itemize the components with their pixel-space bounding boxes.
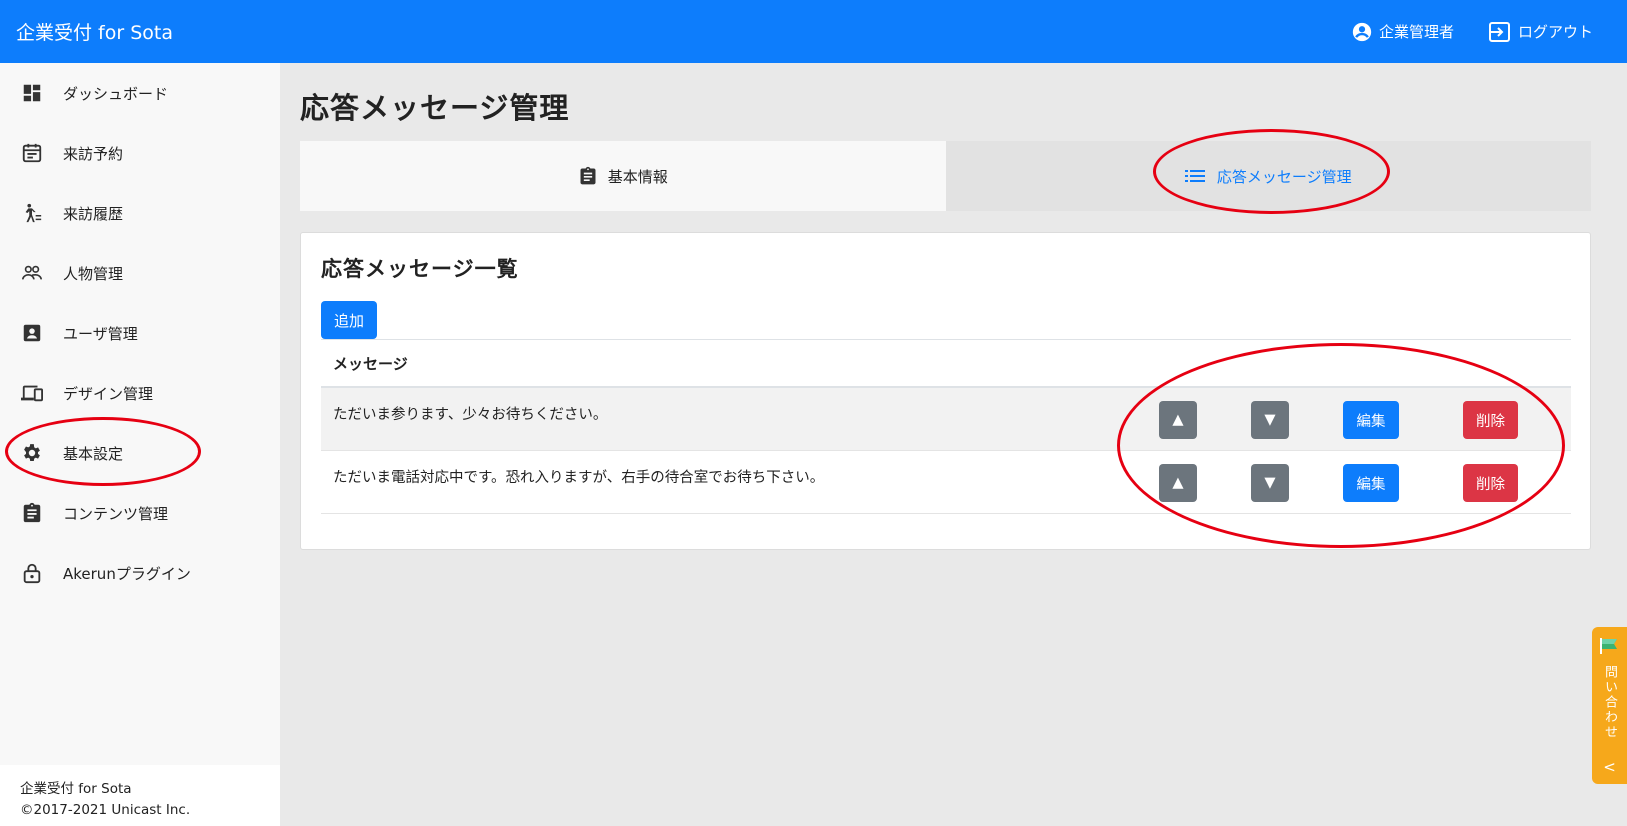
lock-icon [23,563,41,584]
flag-icon [1599,638,1617,654]
tab-label: 応答メッセージ管理 [1216,167,1352,186]
tab-basic-info[interactable]: 基本情報 [300,141,946,211]
people-icon [22,265,42,280]
message-list-card: 応答メッセージ一覧 追加 メッセージ ただいま参ります、少々お待ちください。 ▲… [300,232,1591,550]
sidebar-item-label: 来訪予約 [63,144,124,163]
delete-button[interactable]: 削除 [1463,401,1518,439]
sidebar-item-contents[interactable]: コンテンツ管理 [0,483,280,543]
add-button[interactable]: 追加 [321,301,377,339]
sidebar-item-visit-reservations[interactable]: 来訪予約 [0,123,280,183]
move-down-button[interactable]: ▼ [1251,401,1289,439]
sidebar-item-people[interactable]: 人物管理 [0,243,280,303]
table-row: ただいま電話対応中です。恐れ入りますが、右手の待合室でお待ち下さい。 ▲ ▼ 編… [321,451,1571,514]
tab-bar: 基本情報 応答メッセージ管理 [300,141,1591,211]
table-row: ただいま参ります、少々お待ちください。 ▲ ▼ 編集 削除 [321,388,1571,451]
gear-icon [24,444,40,461]
sidebar-footer: 企業受付 for Sota ©2017-2021 Unicast Inc. [0,765,280,826]
inquiry-side-tab[interactable]: 問い合わせ < [1592,627,1627,784]
logout-link[interactable]: ログアウト [1488,21,1593,43]
walking-person-icon [25,203,42,223]
column-header-message: メッセージ [333,354,408,373]
sidebar-item-akerun-plugin[interactable]: Akerunプラグイン [0,543,280,603]
sidebar-item-dashboard[interactable]: ダッシュボード [0,63,280,123]
dashboard-icon [23,84,41,102]
page-title: 応答メッセージ管理 [300,91,570,125]
sidebar-item-label: ダッシュボード [63,84,169,103]
logout-label: ログアウト [1517,23,1593,41]
app-brand[interactable]: 企業受付 for Sota [16,18,173,45]
sidebar-item-users[interactable]: ユーザ管理 [0,303,280,363]
logout-icon [1488,21,1510,42]
main-content: 応答メッセージ管理 基本情報 応答メッセージ管理 応答メッセージ一覧 追加 メッ… [280,63,1627,826]
message-text: ただいま参ります、少々お待ちください。 [333,407,608,423]
sidebar-item-label: コンテンツ管理 [63,504,169,523]
edit-button[interactable]: 編集 [1343,401,1399,439]
sidebar-item-label: Akerunプラグイン [63,564,191,583]
devices-icon [21,385,43,402]
card-title: 応答メッセージ一覧 [321,257,519,281]
message-table: メッセージ ただいま参ります、少々お待ちください。 ▲ ▼ 編集 削除 ただいま… [321,339,1571,514]
clipboard-icon [580,166,596,185]
sidebar-item-visit-history[interactable]: 来訪履歴 [0,183,280,243]
sidebar-item-label: デザイン管理 [63,384,154,403]
user-name: 企業管理者 [1378,23,1454,41]
sidebar-item-label: ユーザ管理 [63,324,138,343]
account-circle-icon [1352,22,1372,41]
move-up-button[interactable]: ▲ [1159,401,1197,439]
sidebar-item-design[interactable]: デザイン管理 [0,363,280,423]
calendar-icon [22,143,42,163]
inquiry-label: 問い合わせ [1602,665,1617,740]
edit-button[interactable]: 編集 [1343,464,1399,502]
list-icon [1184,170,1205,182]
contact-card-icon [23,324,41,342]
move-down-button[interactable]: ▼ [1251,464,1289,502]
sidebar-item-label: 人物管理 [63,264,124,283]
top-navbar: 企業受付 for Sota 企業管理者 ログアウト [0,0,1627,63]
footer-app-name: 企業受付 for Sota [20,781,132,797]
footer-copyright: ©2017-2021 Unicast Inc. [20,802,191,818]
message-text: ただいま電話対応中です。恐れ入りますが、右手の待合室でお待ち下さい。 [333,470,825,486]
delete-button[interactable]: 削除 [1463,464,1518,502]
chevron-left-icon: < [1603,758,1616,776]
sidebar-item-basic-settings[interactable]: 基本設定 [0,423,280,483]
top-right-nav: 企業管理者 ログアウト [1351,21,1593,43]
sidebar: ダッシュボード 来訪予約 来訪履歴 人物管理 ユーザ管理 デザイン管理 基本設定… [0,63,280,826]
clipboard-icon [23,502,41,523]
user-menu[interactable]: 企業管理者 [1351,21,1454,43]
sidebar-item-label: 来訪履歴 [63,204,124,223]
table-header: メッセージ [321,339,1571,388]
move-up-button[interactable]: ▲ [1159,464,1197,502]
sidebar-item-label: 基本設定 [63,444,124,463]
tab-label: 基本情報 [607,167,668,186]
tab-response-messages[interactable]: 応答メッセージ管理 [945,141,1591,211]
